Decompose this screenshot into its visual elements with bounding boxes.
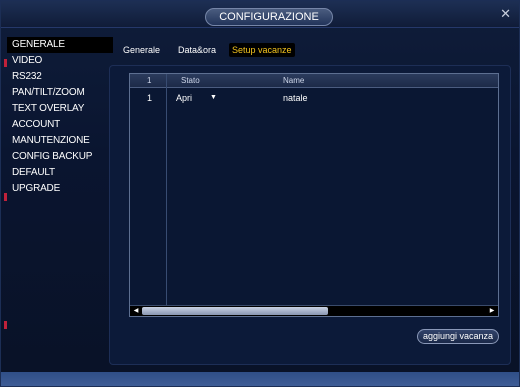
add-holiday-button[interactable]: aggiungi vacanza bbox=[417, 329, 499, 344]
red-marker bbox=[4, 321, 7, 329]
sidebar-menu: GENERALE VIDEO RS232 PAN/TILT/ZOOM TEXT … bbox=[7, 37, 113, 197]
bottom-bar bbox=[1, 372, 519, 386]
tab-generale[interactable]: Generale bbox=[123, 43, 160, 57]
arrow-left-icon[interactable]: ◀ bbox=[132, 307, 140, 315]
stato-select[interactable]: Apri bbox=[176, 91, 192, 105]
row-name: natale bbox=[283, 93, 308, 103]
sidebar-item-upgrade[interactable]: UPGRADE bbox=[7, 181, 113, 197]
column-divider bbox=[166, 74, 167, 306]
sidebar-item-manutenzione[interactable]: MANUTENZIONE bbox=[7, 133, 113, 149]
sidebar-item-pan-tilt-zoom[interactable]: PAN/TILT/ZOOM bbox=[7, 85, 113, 101]
sidebar-item-account[interactable]: ACCOUNT bbox=[7, 117, 113, 133]
sidebar-item-generale[interactable]: GENERALE bbox=[7, 37, 113, 53]
window-title: CONFIGURAZIONE bbox=[205, 8, 333, 26]
table-header: 1 Stato Name bbox=[130, 74, 498, 88]
sidebar-item-video[interactable]: VIDEO bbox=[7, 53, 113, 69]
sidebar-item-config-backup[interactable]: CONFIG BACKUP bbox=[7, 149, 113, 165]
close-icon[interactable]: ✕ bbox=[500, 6, 511, 22]
header-name[interactable]: Name bbox=[283, 74, 304, 87]
row-number: 1 bbox=[147, 93, 153, 103]
title-bar: CONFIGURAZIONE ✕ bbox=[1, 1, 519, 28]
horizontal-scrollbar[interactable]: ◀ ▶ bbox=[130, 305, 498, 316]
sidebar-item-default[interactable]: DEFAULT bbox=[7, 165, 113, 181]
holiday-table: 1 Stato Name 1 Apri ▼ natale ◀ ▶ bbox=[129, 73, 499, 317]
header-number[interactable]: 1 bbox=[147, 74, 151, 87]
config-window: CONFIGURAZIONE ✕ GENERALE VIDEO RS232 PA… bbox=[0, 0, 520, 387]
arrow-right-icon[interactable]: ▶ bbox=[488, 307, 496, 315]
sidebar-item-rs232[interactable]: RS232 bbox=[7, 69, 113, 85]
table-row[interactable]: 1 Apri ▼ natale bbox=[130, 91, 498, 105]
tab-data-ora[interactable]: Data&ora bbox=[178, 43, 216, 57]
chevron-down-icon[interactable]: ▼ bbox=[210, 91, 217, 105]
sidebar-item-text-overlay[interactable]: TEXT OVERLAY bbox=[7, 101, 113, 117]
header-stato[interactable]: Stato bbox=[181, 74, 200, 87]
scrollbar-thumb[interactable] bbox=[142, 307, 328, 315]
tab-setup-vacanze[interactable]: Setup vacanze bbox=[229, 43, 295, 57]
